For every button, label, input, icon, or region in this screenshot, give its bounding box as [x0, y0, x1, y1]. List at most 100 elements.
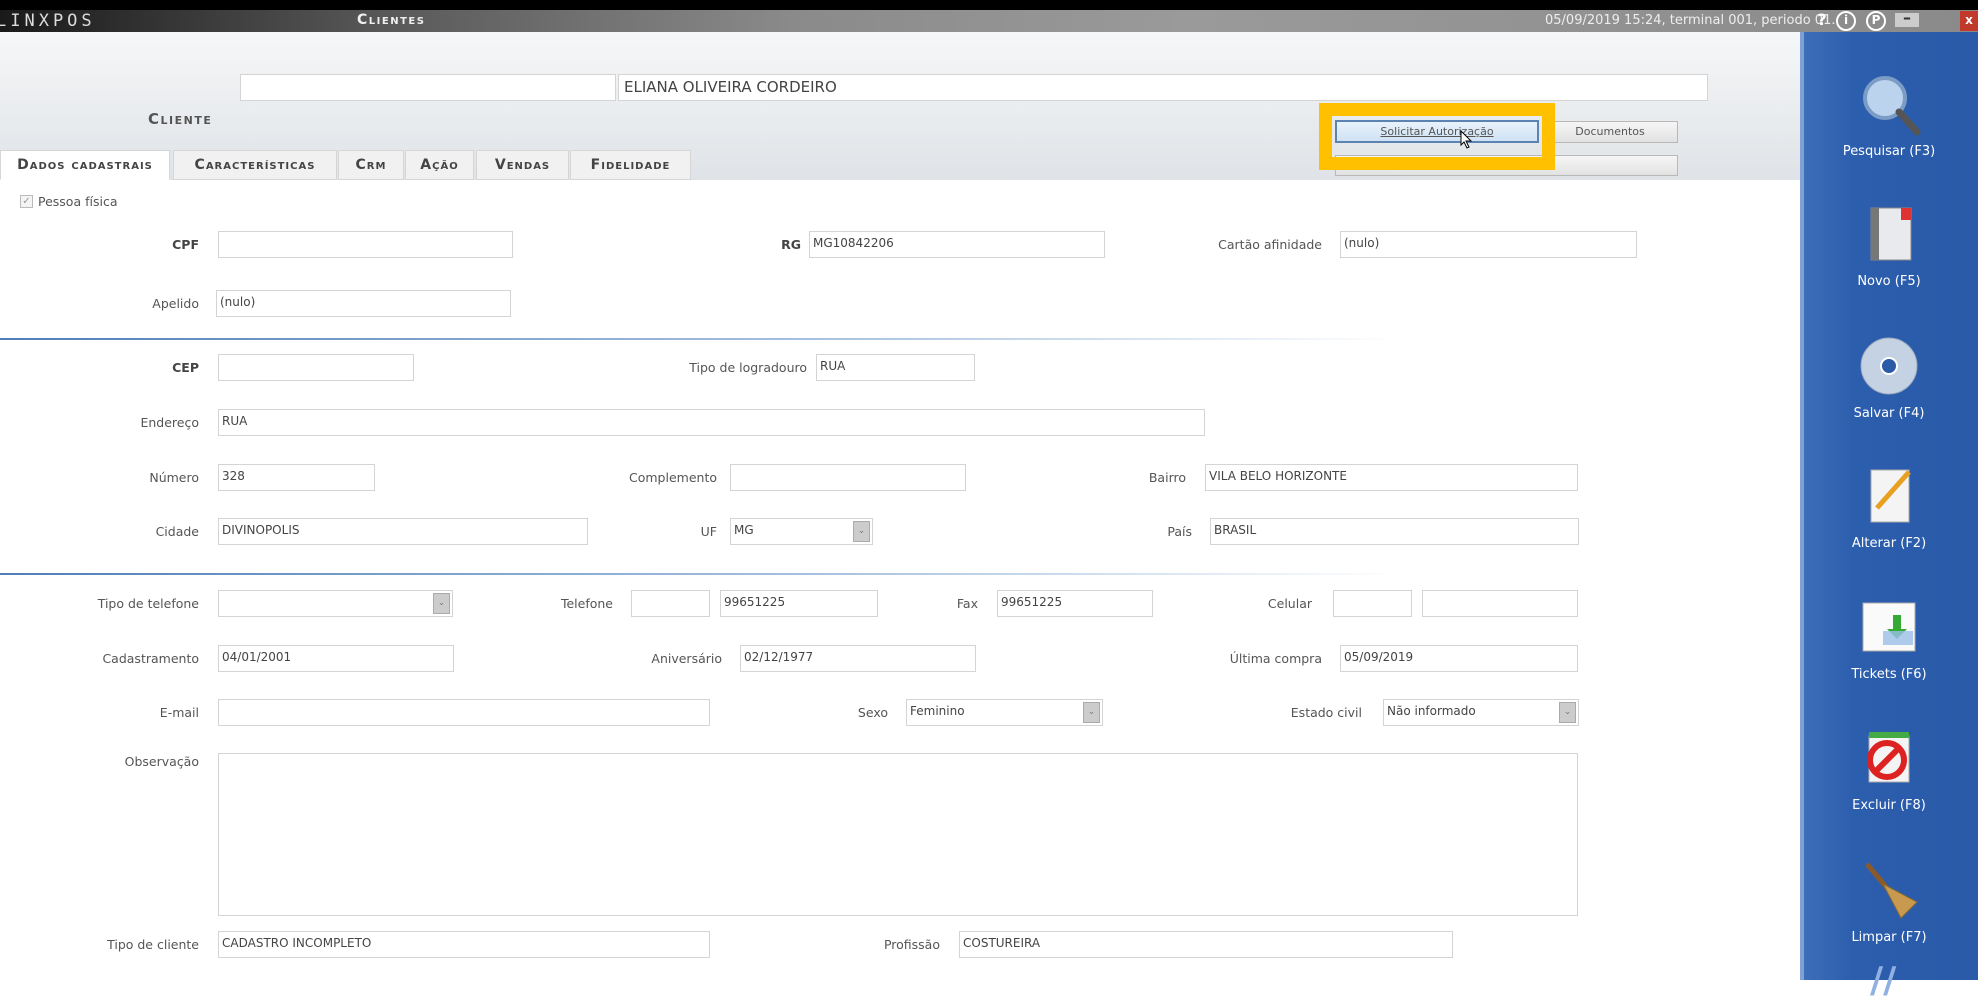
action-sidebar: Pesquisar (F3) Novo (F5) Salvar (F4) Altera… — [1800, 32, 1978, 1001]
close-button[interactable]: x — [1960, 11, 1978, 31]
tab-vendas[interactable]: Vendas — [476, 150, 569, 180]
cliente-name-input[interactable]: ELIANA OLIVEIRA CORDEIRO — [618, 74, 1708, 101]
cartao-input[interactable]: (nulo) — [1340, 231, 1637, 258]
cliente-code-input[interactable] — [240, 74, 616, 101]
tipo-telefone-label: Tipo de telefone — [97, 596, 199, 611]
tab-fidelidade[interactable]: Fidelidade — [570, 150, 691, 180]
estado-civil-value: Não informado — [1387, 704, 1476, 718]
app-logo: LINXPOS — [0, 11, 96, 31]
sexo-value: Feminino — [910, 704, 965, 718]
profissao-input[interactable]: COSTUREIRA — [959, 931, 1453, 958]
estado-civil-label: Estado civil — [1290, 705, 1362, 720]
fax-label: Fax — [956, 596, 978, 611]
cep-input[interactable] — [218, 354, 414, 381]
endereco-input[interactable]: RUA — [218, 409, 1205, 436]
apelido-input[interactable]: (nulo) — [216, 290, 511, 317]
cidade-label: Cidade — [155, 524, 199, 539]
more-icon[interactable]: // — [1870, 960, 1896, 1001]
tipo-cliente-input[interactable]: CADASTRO INCOMPLETO — [218, 931, 710, 958]
tab-a-o[interactable]: Ação — [405, 150, 474, 180]
endereco-label: Endereço — [140, 415, 199, 430]
tipo-cliente-label: Tipo de cliente — [107, 937, 199, 952]
celular-label: Celular — [1267, 596, 1312, 611]
chevron-down-icon[interactable]: ⌄ — [433, 593, 450, 614]
sidebar-novo-button[interactable]: Novo (F5) — [1800, 202, 1978, 289]
email-input[interactable] — [218, 699, 710, 726]
sidebar-label: Novo (F5) — [1857, 274, 1921, 289]
rg-label: RG — [781, 237, 801, 252]
new-document-icon — [1870, 207, 1912, 261]
ultima-compra-input[interactable]: 05/09/2019 — [1340, 645, 1578, 672]
cpf-input[interactable] — [218, 231, 513, 258]
sidebar-limpar-button[interactable]: Limpar (F7) — [1800, 858, 1978, 945]
sidebar-pesquisar-button[interactable]: Pesquisar (F3) — [1800, 72, 1978, 159]
aniversario-label: Aniversário — [651, 651, 722, 666]
chevron-down-icon[interactable]: ⌄ — [853, 521, 870, 542]
sidebar-excluir-button[interactable]: Excluir (F8) — [1800, 726, 1978, 813]
telefone-ddd-input[interactable] — [631, 590, 710, 617]
uf-select[interactable]: MG ⌄ — [730, 518, 873, 545]
rg-input[interactable]: MG10842206 — [809, 231, 1105, 258]
bairro-input[interactable]: VILA BELO HORIZONTE — [1205, 464, 1578, 491]
numero-label: Número — [149, 470, 199, 485]
broom-icon — [1865, 862, 1918, 919]
tipo-logradouro-input[interactable]: RUA — [816, 354, 975, 381]
chevron-down-icon[interactable]: ⌄ — [1559, 702, 1576, 723]
sidebar-label: Limpar (F7) — [1851, 930, 1927, 945]
pessoa-fisica-checkbox[interactable]: ✓ — [20, 195, 33, 208]
pais-input[interactable]: BRASIL — [1210, 518, 1579, 545]
sidebar-tickets-button[interactable]: Tickets (F6) — [1800, 595, 1978, 682]
complemento-input[interactable] — [730, 464, 966, 491]
celular-ddd-input[interactable] — [1333, 590, 1412, 617]
solicitar-credito-button[interactable]: Solicitar Crédito — [1335, 155, 1678, 176]
tipo-logradouro-label: Tipo de logradouro — [689, 360, 807, 375]
pais-label: País — [1167, 524, 1192, 539]
sexo-select[interactable]: Feminino ⌄ — [906, 699, 1103, 726]
minimize-button[interactable]: – — [1895, 10, 1919, 27]
fax-input[interactable]: 99651225 — [997, 590, 1153, 617]
email-label: E-mail — [159, 705, 199, 720]
cliente-label: Cliente — [148, 110, 213, 128]
tab-caracter-sticas[interactable]: Características — [173, 150, 337, 180]
tab-dados-cadastrais[interactable]: Dados cadastrais — [0, 150, 170, 180]
sidebar-label: Alterar (F2) — [1851, 536, 1927, 551]
sidebar-label: Tickets (F6) — [1851, 667, 1927, 682]
cep-label: CEP — [172, 360, 199, 375]
complemento-label: Complemento — [629, 470, 717, 485]
observacao-textarea[interactable] — [218, 753, 1578, 916]
sidebar-alterar-button[interactable]: Alterar (F2) — [1800, 464, 1978, 551]
magnifier-icon — [1863, 76, 1921, 136]
cidade-input[interactable]: DIVINOPOLIS — [218, 518, 588, 545]
cartao-label: Cartão afinidade — [1218, 237, 1322, 252]
chevron-down-icon[interactable]: ⌄ — [1083, 702, 1100, 723]
tipo-telefone-select[interactable]: ⌄ — [218, 590, 453, 617]
sidebar-label: Salvar (F4) — [1853, 406, 1925, 421]
solicitar-autorizacao-button[interactable]: Solicitar Autorização — [1335, 120, 1539, 143]
observacao-label: Observação — [124, 754, 199, 769]
info-icon[interactable]: i — [1836, 11, 1856, 31]
section-divider — [0, 573, 1400, 575]
title-bar: LINXPOS Clientes 05/09/2019 15:24, termi… — [0, 10, 1978, 32]
sidebar-salvar-button[interactable]: Salvar (F4) — [1800, 334, 1978, 421]
numero-input[interactable]: 328 — [218, 464, 375, 491]
sidebar-label: Excluir (F8) — [1852, 798, 1926, 813]
section-divider — [0, 338, 1400, 340]
documentos-button[interactable]: Documentos — [1542, 121, 1678, 143]
ultima-compra-label: Última compra — [1229, 651, 1322, 666]
sexo-label: Sexo — [857, 705, 888, 720]
aniversario-input[interactable]: 02/12/1977 — [740, 645, 976, 672]
p-icon[interactable]: P — [1866, 11, 1886, 31]
bairro-label: Bairro — [1148, 470, 1186, 485]
telefone-input[interactable]: 99651225 — [720, 590, 878, 617]
pessoa-fisica-label: Pessoa física — [38, 194, 118, 209]
top-bar — [0, 0, 1978, 10]
tab-crm[interactable]: Crm — [338, 150, 404, 180]
session-status: 05/09/2019 15:24, terminal 001, periodo … — [1545, 13, 1836, 28]
cadastramento-label: Cadastramento — [102, 651, 199, 666]
cadastramento-input[interactable]: 04/01/2001 — [218, 645, 454, 672]
disc-icon — [1860, 337, 1918, 395]
estado-civil-select[interactable]: Não informado ⌄ — [1383, 699, 1579, 726]
mouse-cursor-icon — [1460, 130, 1473, 149]
help-icon[interactable]: ? — [1812, 11, 1832, 31]
celular-input[interactable] — [1422, 590, 1578, 617]
